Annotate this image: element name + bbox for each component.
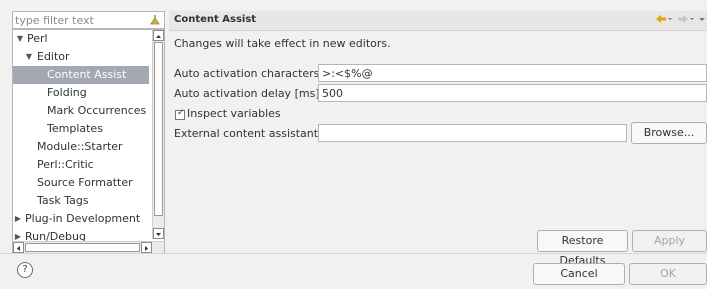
filter-box xyxy=(12,11,165,29)
expand-triangle-icon[interactable]: ▼ xyxy=(16,30,24,48)
collapsed-triangle-icon[interactable]: ▶ xyxy=(14,210,22,228)
tree-item-perl-critic[interactable]: Perl::Critic xyxy=(13,156,149,174)
scrollbar-thumb[interactable] xyxy=(25,243,140,252)
scroll-up-arrow-icon[interactable] xyxy=(153,30,164,41)
tree-vertical-scrollbar[interactable] xyxy=(152,30,164,239)
auto-activation-chars-label: Auto activation characters xyxy=(174,67,320,80)
page-title: Content Assist xyxy=(174,14,257,25)
tree-item-templates[interactable]: Templates xyxy=(13,120,149,138)
help-icon[interactable]: ? xyxy=(17,262,33,278)
footer-separator xyxy=(0,253,707,254)
tree-item-task-tags[interactable]: Task Tags xyxy=(13,192,149,210)
tree-item-plug-in-development[interactable]: ▶ Plug-in Development xyxy=(13,210,149,228)
auto-activation-delay-label: Auto activation delay [ms] xyxy=(174,87,320,100)
view-menu-icon[interactable] xyxy=(699,16,705,27)
tree-item-label: Task Tags xyxy=(37,194,89,207)
auto-activation-delay-input[interactable] xyxy=(318,84,707,102)
browse-button[interactable]: Browse... xyxy=(631,122,707,144)
cancel-button[interactable]: Cancel xyxy=(533,263,625,285)
tree-item-label: Perl xyxy=(27,32,48,45)
tree-item-mark-occurrences[interactable]: Mark Occurrences xyxy=(13,102,149,120)
scroll-down-arrow-icon[interactable] xyxy=(153,228,164,239)
tree-item-label: Module::Starter xyxy=(37,140,123,153)
clear-filter-icon[interactable] xyxy=(149,14,161,26)
checkmark-icon: ✓ xyxy=(177,108,185,118)
tree-horizontal-scrollbar[interactable] xyxy=(13,241,164,253)
tree-item-label: Editor xyxy=(37,50,70,63)
filter-input[interactable] xyxy=(15,13,141,27)
auto-activation-chars-input[interactable] xyxy=(318,64,707,82)
page-navigation xyxy=(655,14,705,28)
inspect-variables-label[interactable]: Inspect variables xyxy=(187,107,281,120)
inspect-variables-checkbox[interactable]: ✓ xyxy=(175,108,185,120)
forward-arrow-icon[interactable] xyxy=(677,15,699,27)
notice-text: Changes will take effect in new editors. xyxy=(174,37,391,50)
back-arrow-icon[interactable] xyxy=(655,15,677,27)
tree-item-label: Templates xyxy=(47,122,103,135)
tree-item-folding[interactable]: Folding xyxy=(13,84,149,102)
page-header: Content Assist xyxy=(169,11,707,31)
external-assistant-input[interactable] xyxy=(318,124,627,142)
tree-item-content-assist[interactable]: Content Assist xyxy=(13,66,149,84)
tree-item-label: Plug-in Development xyxy=(25,212,141,225)
scroll-left-arrow-icon[interactable] xyxy=(13,242,24,253)
preference-tree[interactable]: ▼ Perl ▼ Editor Content Assist Folding M… xyxy=(12,29,165,254)
tree-item-source-formatter[interactable]: Source Formatter xyxy=(13,174,149,192)
tree-item-label: Perl::Critic xyxy=(37,158,94,171)
tree-item-label: Source Formatter xyxy=(37,176,133,189)
scroll-right-arrow-icon[interactable] xyxy=(141,242,152,253)
tree-item-label: Content Assist xyxy=(47,68,127,81)
tree-item-label: Mark Occurrences xyxy=(47,104,147,117)
tree-item-label: Folding xyxy=(47,86,87,99)
ok-button[interactable]: OK xyxy=(629,263,707,285)
help-button-label: ? xyxy=(22,264,28,275)
tree-item-perl[interactable]: ▼ Perl xyxy=(13,30,149,48)
scrollbar-thumb[interactable] xyxy=(154,42,163,216)
expand-triangle-icon[interactable]: ▼ xyxy=(25,48,33,66)
restore-defaults-button[interactable]: Restore Defaults xyxy=(537,230,628,267)
apply-button[interactable]: Apply xyxy=(632,230,707,252)
external-assistant-label: External content assistant xyxy=(174,127,319,140)
tree-item-module-starter[interactable]: Module::Starter xyxy=(13,138,149,156)
tree-item-editor[interactable]: ▼ Editor xyxy=(13,48,149,66)
